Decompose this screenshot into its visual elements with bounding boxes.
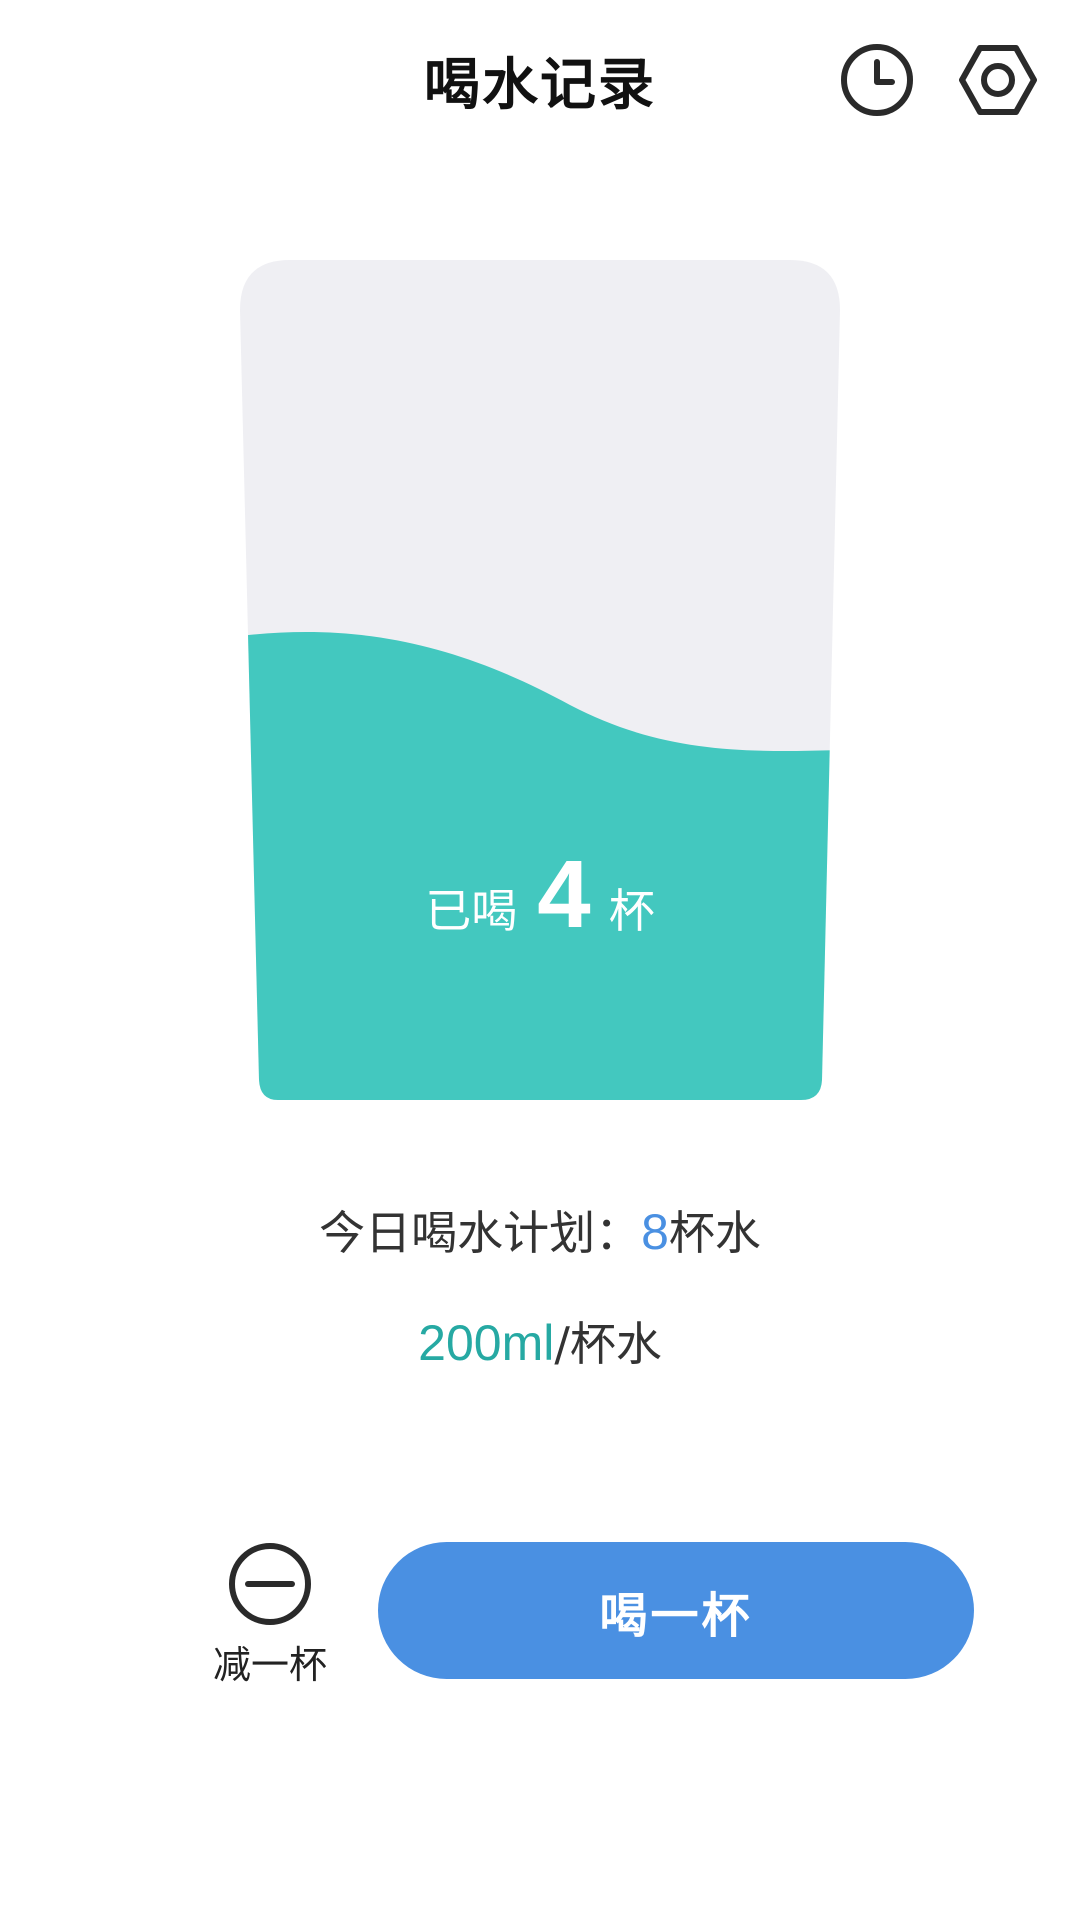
cup-volume-value: 200ml xyxy=(418,1315,555,1371)
water-cup: 已喝 4 杯 xyxy=(240,260,840,1100)
minus-circle-icon xyxy=(229,1543,311,1625)
cup-volume: 200ml/杯水 xyxy=(0,1308,1080,1374)
drunk-prefix: 已喝 xyxy=(425,884,518,938)
minus-cup-button[interactable]: 减一杯 xyxy=(200,1540,340,1690)
drunk-count-label: 已喝 4 杯 xyxy=(240,840,840,950)
drink-cup-button[interactable]: 喝一杯 xyxy=(378,1542,974,1679)
drunk-count: 4 xyxy=(537,841,591,948)
drunk-suffix: 杯 xyxy=(608,884,655,938)
plan-label: 今日喝水计划： xyxy=(319,1206,642,1260)
plan-cups: 8 xyxy=(641,1204,669,1260)
settings-icon xyxy=(959,45,1037,115)
cup-graphic xyxy=(240,260,840,1100)
clock-icon xyxy=(841,44,913,116)
minus-cup-label: 减一杯 xyxy=(212,1643,327,1687)
water-record-screen: 喝水记录 已喝 4 杯 今日喝水计划：8杯水 200ml/杯水 减一杯 喝一杯 xyxy=(0,0,1080,1920)
settings-button[interactable] xyxy=(954,36,1042,124)
history-button[interactable] xyxy=(833,36,921,124)
daily-plan: 今日喝水计划：8杯水 xyxy=(0,1197,1080,1263)
cup-volume-unit: /杯水 xyxy=(554,1317,662,1371)
header: 喝水记录 xyxy=(0,0,1080,160)
plan-unit: 杯水 xyxy=(668,1206,761,1260)
